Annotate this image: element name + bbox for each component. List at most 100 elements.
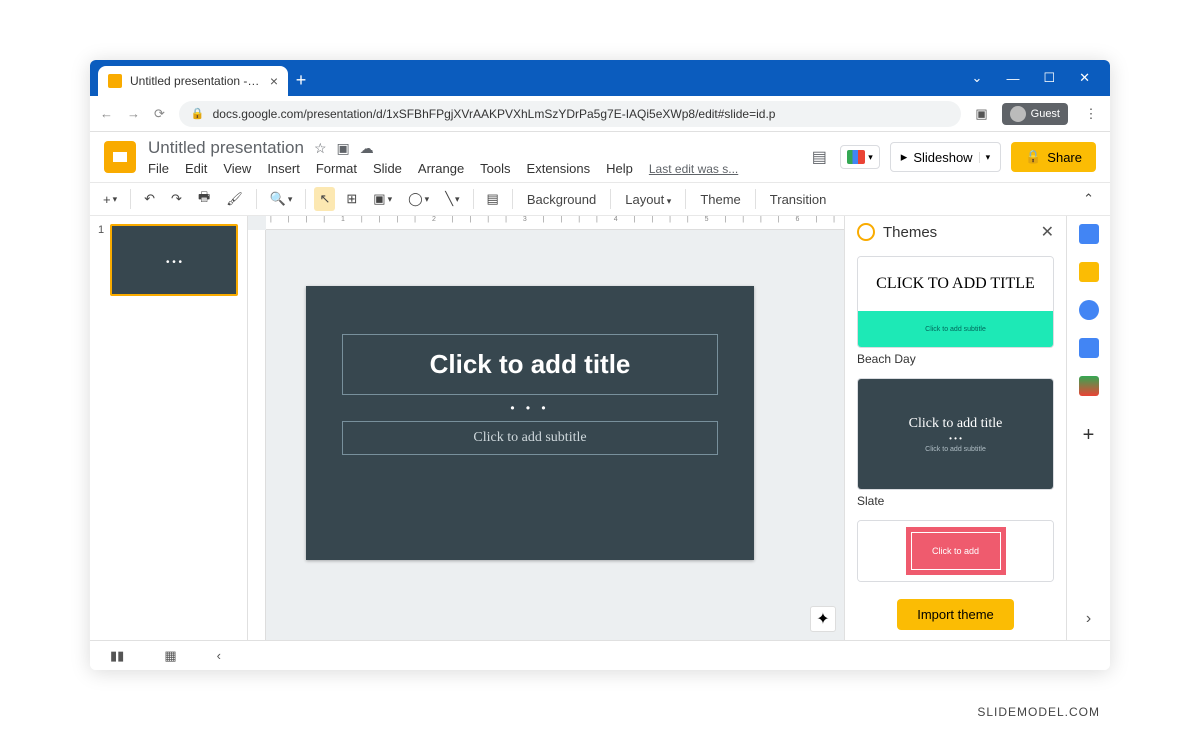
- undo-icon[interactable]: ↶: [139, 187, 160, 211]
- add-addon-icon[interactable]: +: [1083, 424, 1095, 447]
- forward-icon[interactable]: →: [127, 106, 140, 121]
- new-slide-button[interactable]: +: [98, 188, 122, 211]
- theme-card-coral[interactable]: Click to add: [857, 520, 1054, 582]
- theme-button[interactable]: Theme: [694, 188, 746, 211]
- new-tab-button[interactable]: +: [288, 67, 314, 93]
- move-icon[interactable]: ▣: [337, 140, 350, 157]
- star-icon[interactable]: ☆: [314, 140, 327, 157]
- transition-button[interactable]: Transition: [764, 188, 833, 211]
- keep-icon[interactable]: [1079, 262, 1099, 282]
- share-button[interactable]: 🔒 Share: [1011, 142, 1096, 172]
- menu-insert[interactable]: Insert: [267, 161, 300, 176]
- theme-preview-subtitle: Click to add subtitle: [925, 446, 986, 453]
- menu-file[interactable]: File: [148, 161, 169, 176]
- menu-arrange[interactable]: Arrange: [418, 161, 464, 176]
- menu-format[interactable]: Format: [316, 161, 357, 176]
- browser-tab[interactable]: Untitled presentation - Google S ×: [98, 66, 288, 96]
- select-tool-icon[interactable]: ↖: [314, 187, 335, 211]
- maximize-icon[interactable]: ☐: [1043, 70, 1055, 86]
- thumb-dots-icon: • • •: [166, 257, 182, 268]
- layout-button[interactable]: Layout: [619, 188, 677, 211]
- subtitle-placeholder[interactable]: Click to add subtitle: [342, 421, 718, 455]
- back-icon[interactable]: ←: [100, 106, 113, 121]
- comment-icon[interactable]: ▤: [482, 187, 504, 211]
- slides-logo-icon[interactable]: [104, 141, 136, 173]
- tab-title: Untitled presentation - Google S: [130, 74, 262, 88]
- themes-list[interactable]: CLICK TO ADD TITLE Click to add subtitle…: [845, 248, 1066, 591]
- chevron-down-icon[interactable]: ⌄: [972, 70, 983, 86]
- background-button[interactable]: Background: [521, 188, 602, 211]
- menu-slide[interactable]: Slide: [373, 161, 402, 176]
- shape-icon[interactable]: ◯: [403, 187, 434, 211]
- collapse-sidepanel-icon[interactable]: ›: [1086, 610, 1091, 628]
- theme-card-beach-day[interactable]: CLICK TO ADD TITLE Click to add subtitle: [857, 256, 1054, 348]
- textbox-icon[interactable]: ⊞: [341, 187, 362, 211]
- share-label: Share: [1047, 150, 1082, 165]
- redo-icon[interactable]: ↷: [166, 187, 187, 211]
- calendar-icon[interactable]: [1079, 224, 1099, 244]
- theme-name: Slate: [857, 494, 1054, 508]
- slide-canvas[interactable]: Click to add title • • • Click to add su…: [306, 286, 754, 560]
- comments-icon[interactable]: ▤: [808, 146, 830, 168]
- maps-icon[interactable]: [1079, 376, 1099, 396]
- close-tab-icon[interactable]: ×: [270, 73, 278, 89]
- cloud-status-icon[interactable]: ☁: [360, 140, 374, 157]
- slideshow-label: Slideshow: [913, 150, 972, 165]
- collapse-toolbar-icon[interactable]: ⌃: [1075, 187, 1102, 211]
- window-controls: ⌄ — ☐ ✕: [972, 70, 1102, 86]
- theme-preview-title: CLICK TO ADD TITLE: [858, 257, 1053, 311]
- url-input[interactable]: 🔒 docs.google.com/presentation/d/1xSFBhF…: [179, 101, 961, 127]
- slides-app: Untitled presentation ☆ ▣ ☁ File Edit Vi…: [90, 132, 1110, 670]
- themes-title: Themes: [883, 224, 1033, 241]
- close-panel-icon[interactable]: ✕: [1041, 222, 1054, 242]
- filmstrip-view-icon[interactable]: ▮▮: [110, 648, 124, 664]
- lock-icon: 🔒: [191, 107, 205, 120]
- explore-button[interactable]: ✦: [810, 606, 836, 632]
- themes-panel: Themes ✕ CLICK TO ADD TITLE Click to add…: [844, 216, 1066, 640]
- menu-help[interactable]: Help: [606, 161, 633, 176]
- profile-badge[interactable]: Guest: [1002, 103, 1068, 125]
- slide-thumbnail[interactable]: • • •: [110, 224, 238, 296]
- meet-icon: [847, 150, 865, 164]
- import-theme-button[interactable]: Import theme: [897, 599, 1014, 630]
- filmstrip[interactable]: 1 • • •: [90, 216, 248, 640]
- paint-format-icon[interactable]: 🖌: [221, 187, 248, 211]
- menu-edit[interactable]: Edit: [185, 161, 207, 176]
- collapse-filmstrip-icon[interactable]: ‹: [217, 648, 221, 663]
- tasks-icon[interactable]: [1079, 300, 1099, 320]
- minimize-icon[interactable]: —: [1006, 71, 1019, 86]
- avatar-icon: [1010, 106, 1026, 122]
- grid-view-icon[interactable]: ▦: [164, 648, 176, 664]
- print-icon[interactable]: 🖶: [193, 184, 215, 214]
- doc-title[interactable]: Untitled presentation: [148, 138, 304, 158]
- theme-preview-title: Click to add title: [909, 416, 1003, 432]
- canvas-area: | | | | 1 | | | | 2 | | | | 3 | | | | 4 …: [248, 216, 844, 640]
- browser-menu-icon[interactable]: ⋮: [1082, 106, 1100, 122]
- menu-tools[interactable]: Tools: [480, 161, 510, 176]
- menu-view[interactable]: View: [223, 161, 251, 176]
- title-placeholder[interactable]: Click to add title: [342, 334, 718, 395]
- line-icon[interactable]: ╲: [440, 187, 464, 211]
- doc-header: Untitled presentation ☆ ▣ ☁ File Edit Vi…: [90, 132, 1110, 176]
- image-icon[interactable]: ▣: [368, 187, 397, 211]
- contacts-icon[interactable]: [1079, 338, 1099, 358]
- last-edit-link[interactable]: Last edit was s...: [649, 162, 738, 176]
- theme-preview-subtitle: Click to add subtitle: [858, 311, 1053, 347]
- theme-preview-title: Click to add: [906, 527, 1006, 575]
- zoom-icon[interactable]: 🔍: [265, 187, 298, 211]
- meet-button[interactable]: ▾: [840, 145, 880, 169]
- address-bar: ← → ⟳ 🔒 docs.google.com/presentation/d/1…: [90, 96, 1110, 132]
- reading-list-icon[interactable]: ▣: [975, 106, 987, 122]
- reload-icon[interactable]: ⟳: [154, 106, 165, 122]
- slides-favicon: [108, 74, 122, 88]
- lock-icon: 🔒: [1025, 149, 1041, 165]
- slide-number: 1: [98, 224, 104, 236]
- palette-icon: [857, 223, 875, 241]
- toolbar: + ↶ ↷ 🖶 🖌 🔍 ↖ ⊞ ▣ ◯ ╲ ▤ Background Layou…: [90, 182, 1110, 216]
- slideshow-button[interactable]: ▸ Slideshow ▾: [890, 142, 1001, 172]
- url-text: docs.google.com/presentation/d/1xSFBhFPg…: [213, 107, 776, 121]
- menu-extensions[interactable]: Extensions: [527, 161, 591, 176]
- close-icon[interactable]: ✕: [1079, 70, 1090, 86]
- theme-card-slate[interactable]: Click to add title • • • Click to add su…: [857, 378, 1054, 490]
- theme-name: Beach Day: [857, 352, 1054, 366]
